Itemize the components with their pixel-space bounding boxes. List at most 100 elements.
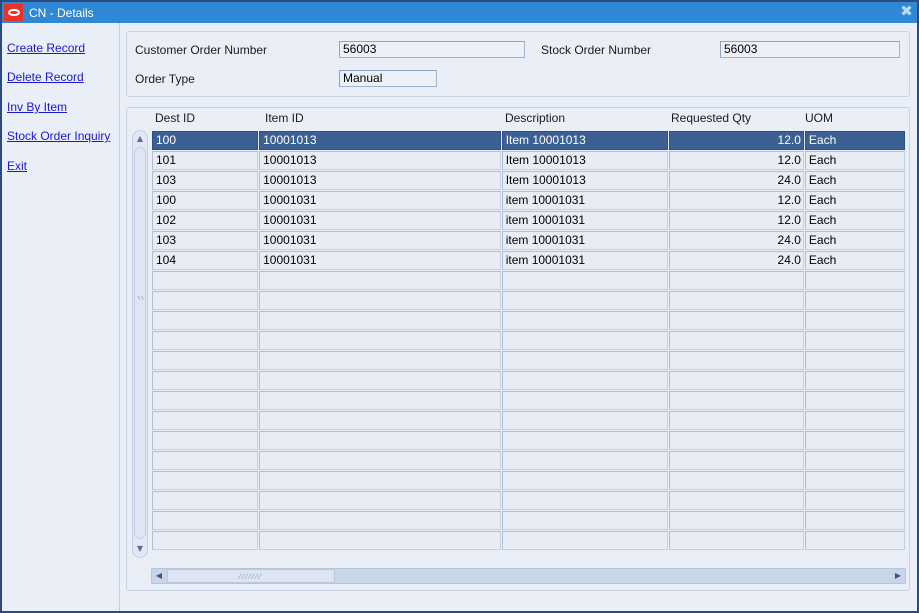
cell-uom[interactable]: Each [804, 131, 905, 150]
table-row-empty[interactable] [152, 531, 905, 550]
cell-requested_qty-empty[interactable] [669, 511, 804, 530]
cell-description-empty[interactable] [501, 511, 669, 530]
scroll-right-icon[interactable]: ▶ [891, 569, 905, 583]
cell-item_id-empty[interactable] [259, 531, 501, 550]
cell-description[interactable]: Item 10001013 [501, 171, 669, 190]
cell-description-empty[interactable] [501, 271, 669, 290]
cell-uom[interactable]: Each [804, 231, 905, 250]
cell-dest_id[interactable]: 100 [152, 191, 259, 210]
grid-horizontal-scrollbar[interactable]: ◀ ∕∕∕∕∕∕∕ ▶ [151, 568, 906, 584]
cell-item_id[interactable]: 10001031 [259, 251, 501, 270]
cell-item_id-empty[interactable] [259, 331, 501, 350]
cell-uom-empty[interactable] [804, 391, 905, 410]
cell-uom-empty[interactable] [804, 451, 905, 470]
cell-item_id-empty[interactable] [259, 351, 501, 370]
cell-item_id-empty[interactable] [259, 371, 501, 390]
cell-requested_qty-empty[interactable] [669, 311, 804, 330]
cell-requested_qty-empty[interactable] [669, 351, 804, 370]
cell-dest_id-empty[interactable] [152, 351, 259, 370]
cell-requested_qty-empty[interactable] [669, 371, 804, 390]
cell-dest_id-empty[interactable] [152, 451, 259, 470]
cell-description[interactable]: Item 10001013 [501, 151, 669, 170]
table-row-empty[interactable] [152, 371, 905, 390]
scroll-left-icon[interactable]: ◀ [152, 569, 166, 583]
cell-uom[interactable]: Each [804, 151, 905, 170]
cell-uom-empty[interactable] [804, 411, 905, 430]
cell-uom-empty[interactable] [804, 511, 905, 530]
cell-uom[interactable]: Each [804, 171, 905, 190]
sidebar-item-exit[interactable]: Exit [7, 159, 27, 173]
table-row[interactable]: 103 10001031 item 10001031 24.0 Each [152, 231, 905, 250]
table-row[interactable]: 104 10001031 item 10001031 24.0 Each [152, 251, 905, 270]
table-row[interactable]: 101 10001013 Item 10001013 12.0 Each [152, 151, 905, 170]
cell-uom-empty[interactable] [804, 491, 905, 510]
cell-requested_qty[interactable]: 24.0 [669, 171, 804, 190]
cell-requested_qty-empty[interactable] [669, 291, 804, 310]
cell-requested_qty[interactable]: 12.0 [669, 131, 804, 150]
grid-vertical-scrollbar[interactable]: ▲ ⸮⸮⸮⸮⸮⸮⸮⸮⸮⸮ ▼ [132, 130, 148, 558]
table-row-empty[interactable] [152, 291, 905, 310]
cell-dest_id-empty[interactable] [152, 371, 259, 390]
cell-requested_qty-empty[interactable] [669, 331, 804, 350]
cell-dest_id[interactable]: 103 [152, 171, 259, 190]
cell-item_id-empty[interactable] [259, 471, 501, 490]
cell-dest_id-empty[interactable] [152, 511, 259, 530]
cell-uom-empty[interactable] [804, 371, 905, 390]
cell-description[interactable]: item 10001031 [501, 191, 669, 210]
cell-requested_qty[interactable]: 12.0 [669, 211, 804, 230]
cell-requested_qty-empty[interactable] [669, 471, 804, 490]
cell-requested_qty[interactable]: 12.0 [669, 151, 804, 170]
table-row[interactable]: 100 10001031 item 10001031 12.0 Each [152, 191, 905, 210]
cell-description[interactable]: Item 10001013 [501, 131, 669, 150]
cell-description-empty[interactable] [501, 411, 669, 430]
cell-item_id-empty[interactable] [259, 311, 501, 330]
sidebar-item-delete-record[interactable]: Delete Record [7, 70, 84, 84]
cell-item_id[interactable]: 10001031 [259, 211, 501, 230]
cell-dest_id-empty[interactable] [152, 471, 259, 490]
cell-item_id[interactable]: 10001013 [259, 171, 501, 190]
cell-item_id-empty[interactable] [259, 391, 501, 410]
cell-description[interactable]: item 10001031 [501, 211, 669, 230]
cell-dest_id[interactable]: 100 [152, 131, 259, 150]
table-row-empty[interactable] [152, 331, 905, 350]
cell-uom[interactable]: Each [804, 191, 905, 210]
cell-requested_qty-empty[interactable] [669, 531, 804, 550]
cell-requested_qty-empty[interactable] [669, 451, 804, 470]
cell-requested_qty-empty[interactable] [669, 391, 804, 410]
cell-requested_qty-empty[interactable] [669, 431, 804, 450]
table-row-empty[interactable] [152, 351, 905, 370]
cell-item_id-empty[interactable] [259, 431, 501, 450]
cell-requested_qty-empty[interactable] [669, 271, 804, 290]
cell-description-empty[interactable] [501, 431, 669, 450]
scroll-up-icon[interactable]: ▲ [133, 132, 147, 146]
sidebar-item-inv-by-item[interactable]: Inv By Item [7, 100, 67, 114]
table-row-empty[interactable] [152, 471, 905, 490]
cell-description-empty[interactable] [501, 351, 669, 370]
table-row-empty[interactable] [152, 411, 905, 430]
cell-item_id[interactable]: 10001013 [259, 151, 501, 170]
cell-description-empty[interactable] [501, 451, 669, 470]
horizontal-scroll-thumb[interactable]: ∕∕∕∕∕∕∕ [167, 569, 335, 583]
order-type-input[interactable] [339, 70, 437, 87]
table-row[interactable]: 102 10001031 item 10001031 12.0 Each [152, 211, 905, 230]
customer-order-number-input[interactable] [339, 41, 525, 58]
cell-description-empty[interactable] [501, 291, 669, 310]
cell-item_id[interactable]: 10001013 [259, 131, 501, 150]
cell-uom-empty[interactable] [804, 271, 905, 290]
table-row-empty[interactable] [152, 271, 905, 290]
sidebar-item-stock-order-inquiry[interactable]: Stock Order Inquiry [7, 129, 110, 143]
table-row[interactable]: 100 10001013 Item 10001013 12.0 Each [152, 131, 905, 150]
cell-requested_qty[interactable]: 24.0 [669, 251, 804, 270]
cell-description-empty[interactable] [501, 391, 669, 410]
stock-order-number-input[interactable] [720, 41, 900, 58]
sidebar-item-create-record[interactable]: Create Record [7, 41, 85, 55]
cell-uom-empty[interactable] [804, 331, 905, 350]
cell-dest_id-empty[interactable] [152, 491, 259, 510]
cell-dest_id-empty[interactable] [152, 531, 259, 550]
cell-uom[interactable]: Each [804, 251, 905, 270]
cell-item_id-empty[interactable] [259, 411, 501, 430]
cell-item_id-empty[interactable] [259, 291, 501, 310]
cell-item_id-empty[interactable] [259, 491, 501, 510]
cell-dest_id-empty[interactable] [152, 331, 259, 350]
cell-item_id[interactable]: 10001031 [259, 231, 501, 250]
